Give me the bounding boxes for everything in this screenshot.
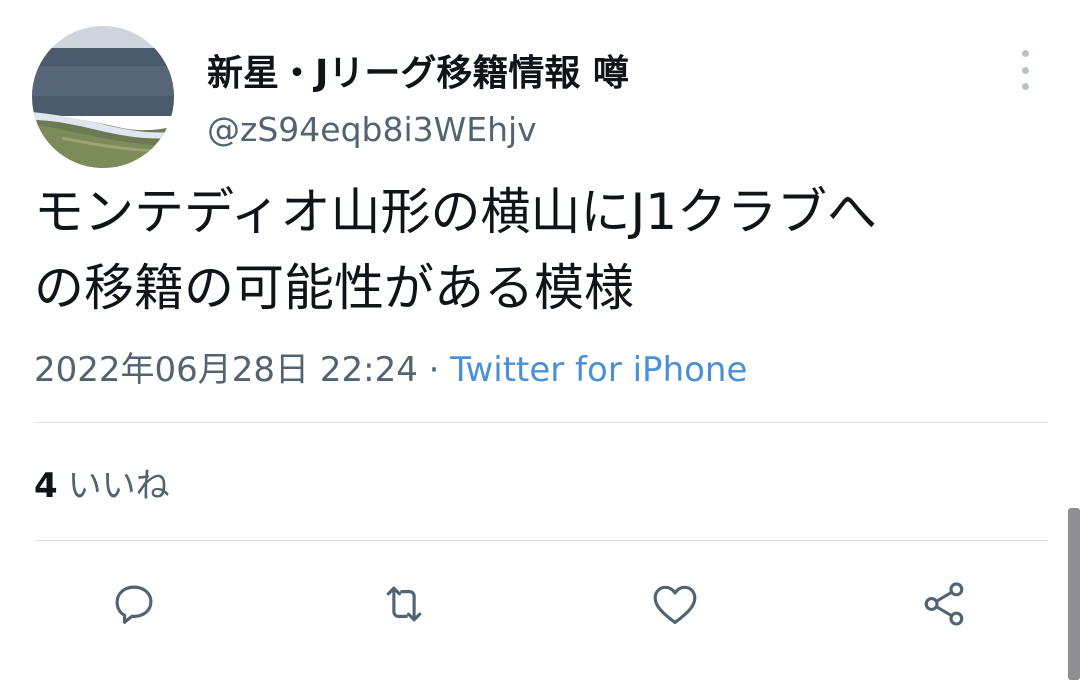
retweet-icon: [386, 586, 422, 622]
divider-bottom: [34, 540, 1048, 541]
avatar[interactable]: [32, 26, 174, 168]
reply-button[interactable]: [104, 574, 164, 634]
likes-count: 4: [34, 466, 58, 506]
tweet-text: モンテディオ山形の横山にJ1クラブへ の移籍の可能性がある模様: [34, 174, 1054, 326]
share-button[interactable]: [914, 574, 974, 634]
reply-icon: [115, 585, 153, 624]
tweet-timestamp[interactable]: 2022年06月28日 22:24: [34, 350, 418, 390]
divider-top: [34, 422, 1048, 423]
heart-icon: [653, 585, 697, 625]
meta-separator: ·: [428, 350, 440, 390]
like-button[interactable]: [645, 574, 705, 634]
tweet-text-line-1: モンテディオ山形の横山にJ1クラブへ: [34, 183, 878, 241]
share-icon: [924, 582, 964, 626]
user-handle[interactable]: @zS94eqb8i3WEhjv: [207, 110, 537, 149]
tweet-meta: 2022年06月28日 22:24 · Twitter for iPhone: [34, 342, 747, 391]
scroll-indicator[interactable]: [1068, 508, 1080, 680]
likes-label: いいね: [67, 466, 170, 506]
more-vertical-icon[interactable]: [1010, 50, 1040, 90]
likes-summary[interactable]: 4 いいね: [34, 458, 170, 507]
retweet-button[interactable]: [374, 574, 434, 634]
tweet-text-line-2: の移籍の可能性がある模様: [34, 259, 634, 317]
display-name[interactable]: 新星・Jリーグ移籍情報 噂: [207, 44, 629, 96]
tweet-source-link[interactable]: Twitter for iPhone: [450, 350, 747, 390]
